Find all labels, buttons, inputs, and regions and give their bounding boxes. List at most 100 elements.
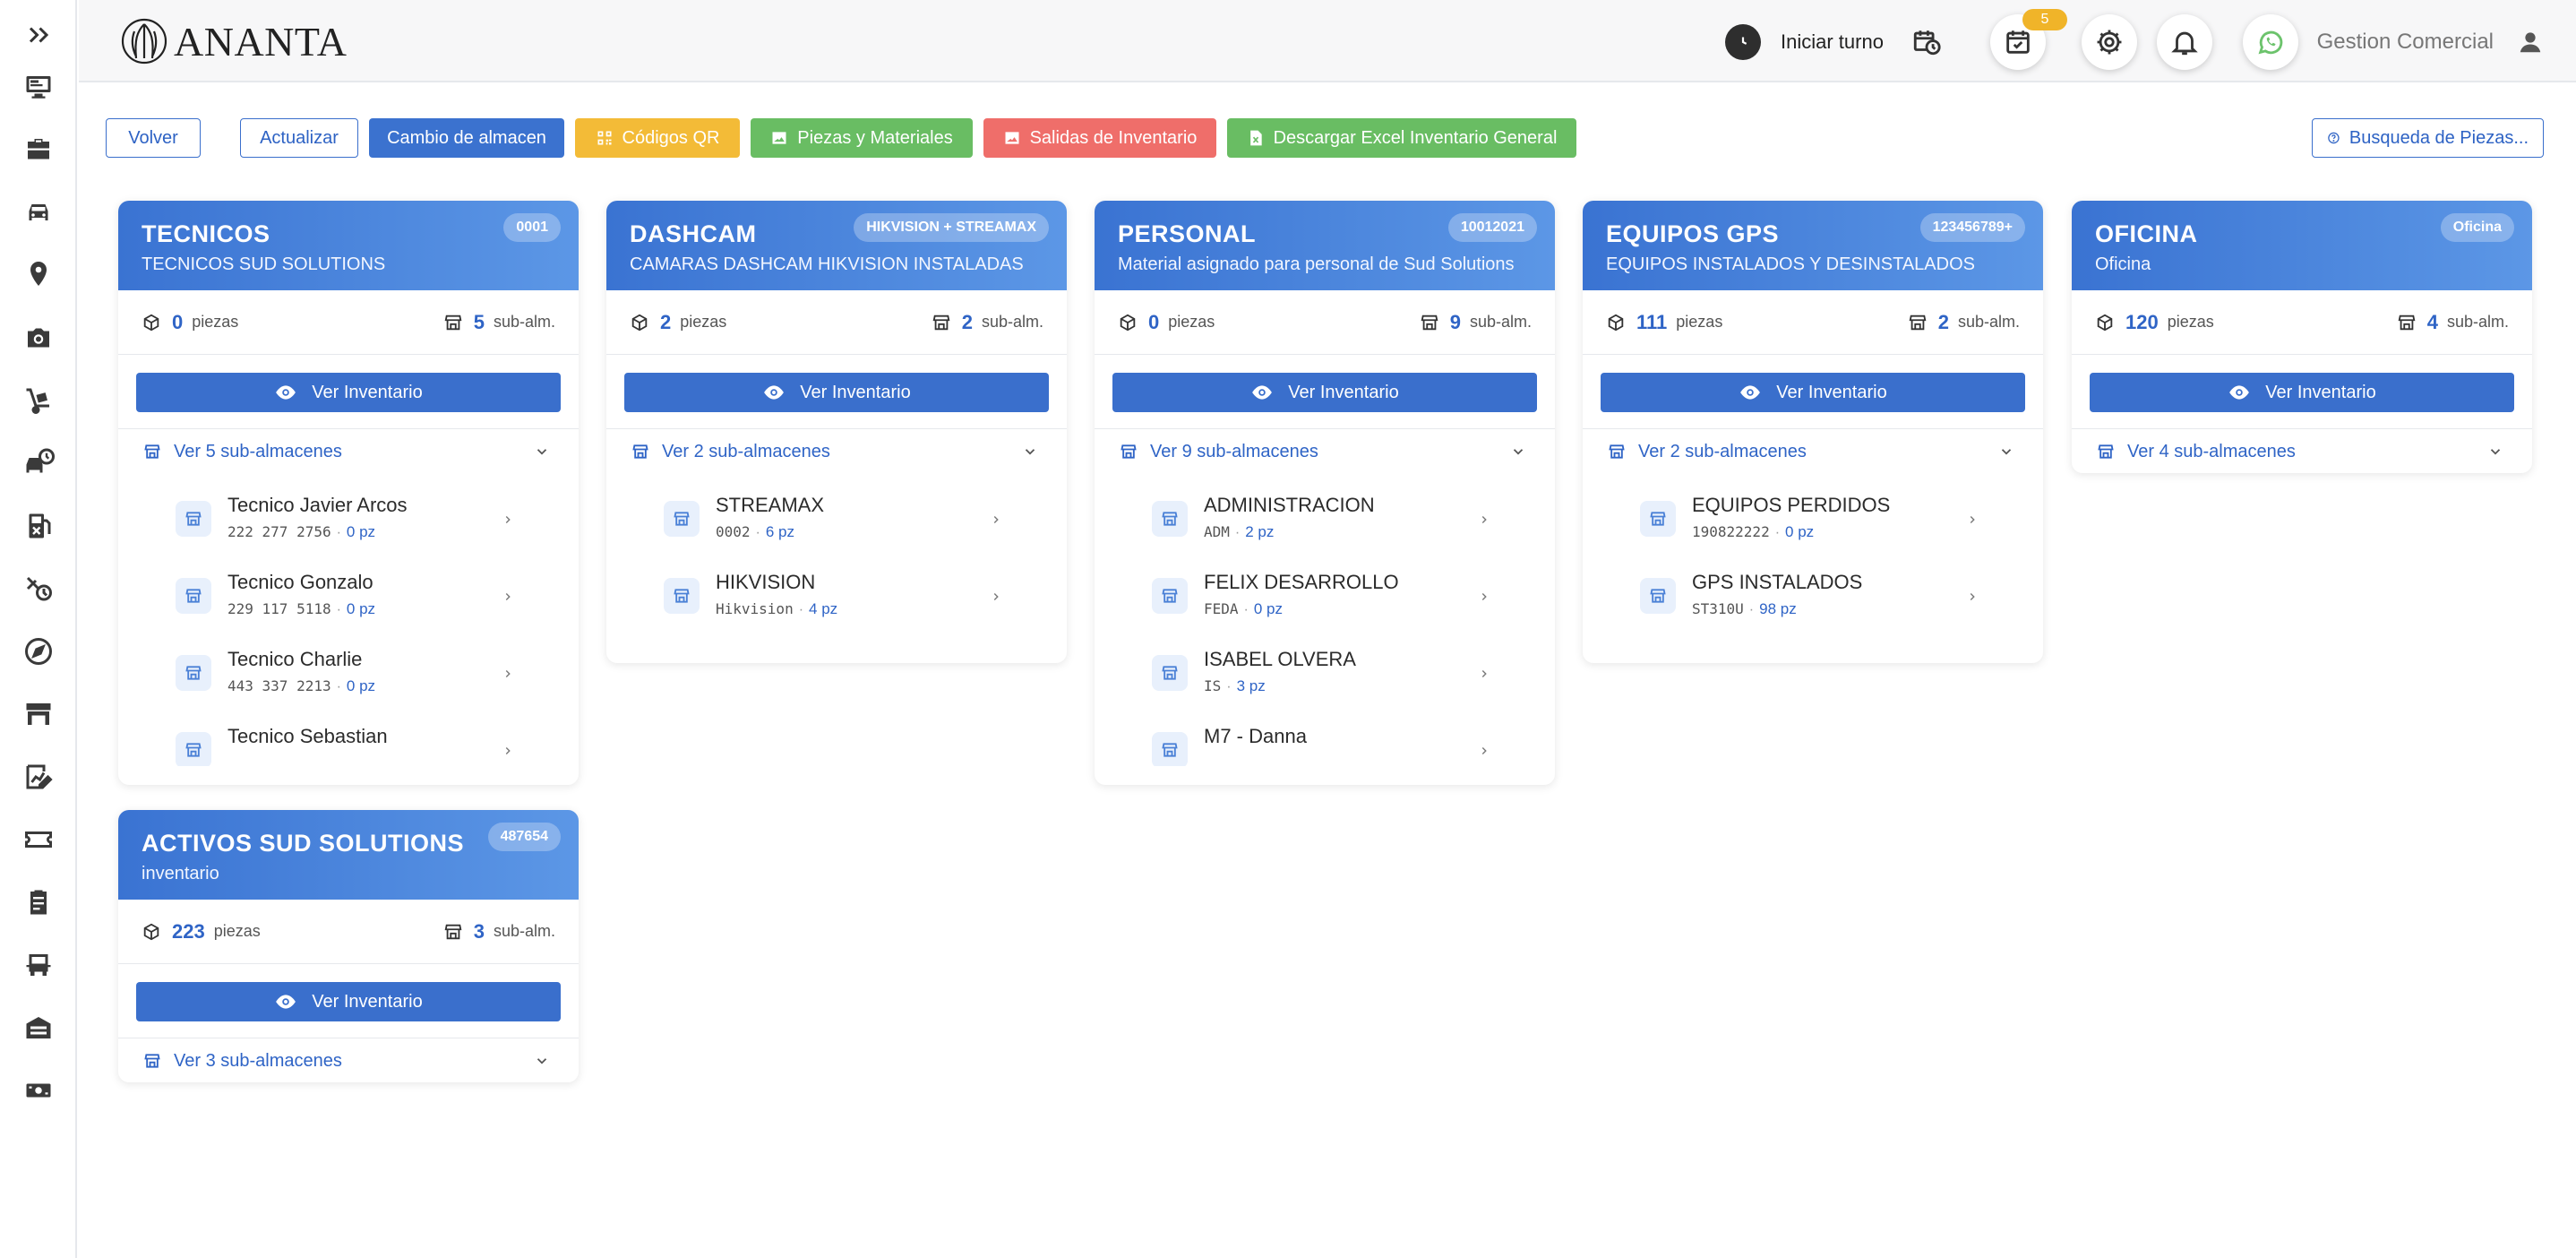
sub-almacenes-toggle[interactable]: Ver 2 sub-almacenes [606, 429, 1067, 474]
sub-almacen-item[interactable]: FELIX DESARROLLO FEDA · 0 pz [1095, 560, 1555, 637]
sidebar-expand[interactable] [16, 13, 61, 57]
sub-almacen-item[interactable]: ADMINISTRACION ADM · 2 pz [1095, 483, 1555, 560]
codigos-qr-button[interactable]: Códigos QR [575, 118, 740, 158]
ver-inventario-button[interactable]: Ver Inventario [624, 373, 1049, 412]
warehouse-title: EQUIPOS GPS [1606, 220, 1780, 247]
sidebar-item-fuel[interactable] [16, 504, 61, 548]
notifications-button[interactable] [2157, 14, 2212, 70]
sidebar-item-reports[interactable] [16, 754, 61, 799]
store-icon [444, 314, 462, 330]
store-icon [26, 703, 51, 725]
sidebar-item-clients[interactable] [16, 127, 61, 172]
warehouse-card: TECNICOS TECNICOS SUD SOLUTIONS 0001 0 p… [118, 201, 579, 785]
sidebar-item-routes[interactable] [16, 629, 61, 674]
whatsapp-button[interactable] [2243, 14, 2298, 70]
toolbar: Volver Actualizar Cambio de almacen Códi… [106, 118, 2544, 158]
warehouse-subtitle: Material asignado para personal de Sud S… [1118, 254, 1515, 274]
sub-almacen-item[interactable]: HIKVISION Hikvision · 4 pz [606, 560, 1067, 637]
sub-almacen-item[interactable]: Tecnico Charlie 443 337 2213 · 0 pz [118, 637, 579, 714]
warehouse-card-header[interactable]: ACTIVOS SUD SOLUTIONS inventario 487654 [118, 810, 579, 900]
sidebar-item-locations[interactable] [16, 253, 61, 297]
warehouse-card-header[interactable]: OFICINA Oficina Oficina [2072, 201, 2532, 290]
sidebar-item-warehouse[interactable] [16, 692, 61, 737]
sub-almacen-meta [228, 754, 238, 766]
sidebar-item-inventory[interactable] [16, 378, 61, 423]
tasks-button[interactable]: 5 [1990, 9, 2067, 70]
subalm-label: sub-alm. [1469, 313, 1532, 331]
iniciar-turno[interactable]: Iniciar turno [1725, 23, 1884, 61]
sidebar-item-dashboard[interactable] [16, 65, 61, 109]
sub-almacen-item[interactable]: ISABEL OLVERA IS · 3 pz [1095, 637, 1555, 714]
descargar-excel-button[interactable]: Descargar Excel Inventario General [1227, 118, 1576, 158]
sidebar-item-transport[interactable] [16, 943, 61, 987]
sub-almacen-icon-wrap [176, 655, 211, 691]
double-chevron-right-icon [29, 27, 49, 43]
sidebar-item-vehicles[interactable] [16, 190, 61, 235]
sub-almacenes-toggle-label: Ver 2 sub-almacenes [662, 441, 830, 461]
ver-inventario-button[interactable]: Ver Inventario [1112, 373, 1537, 412]
sub-almacen-piezas: 0 pz [1785, 523, 1815, 540]
sidebar-item-maintenance[interactable] [16, 566, 61, 611]
sub-almacen-item[interactable]: GPS INSTALADOS ST310U · 98 pz [1583, 560, 2043, 637]
subalm-stat: 2 sub-alm. [1908, 311, 2020, 334]
warehouse-card-header[interactable]: DASHCAM CAMARAS DASHCAM HIKVISION INSTAL… [606, 201, 1067, 290]
actualizar-label: Actualizar [260, 127, 339, 148]
actualizar-button[interactable]: Actualizar [240, 118, 358, 158]
ver-inventario-button[interactable]: Ver Inventario [2090, 373, 2514, 412]
sidebar-item-payments[interactable] [16, 1068, 61, 1113]
busqueda-piezas-button[interactable]: Busqueda de Piezas... [2312, 118, 2544, 158]
subalm-count: 5 [473, 310, 485, 333]
subalm-label: sub-alm. [493, 922, 555, 940]
settings-button[interactable] [2082, 14, 2137, 70]
store-icon [1121, 444, 1137, 459]
sub-almacenes-toggle[interactable]: Ver 2 sub-almacenes [1583, 429, 2043, 474]
warehouse-card-header[interactable]: PERSONAL Material asignado para personal… [1095, 201, 1555, 290]
sub-almacen-code: 222 277 2756 [228, 523, 331, 540]
store-icon [444, 924, 462, 939]
sub-almacen-item[interactable]: Tecnico Gonzalo 229 117 5118 · 0 pz [118, 560, 579, 637]
warehouse-card-header[interactable]: EQUIPOS GPS EQUIPOS INSTALADOS Y DESINST… [1583, 201, 2043, 290]
ver-inventario-button[interactable]: Ver Inventario [1601, 373, 2025, 412]
store-icon [185, 589, 202, 603]
user-menu[interactable]: Gestion Comercial [2317, 23, 2544, 61]
sub-almacenes-toggle[interactable]: Ver 9 sub-almacenes [1095, 429, 1555, 474]
sub-almacen-icon-wrap [1152, 501, 1188, 537]
piezas-materiales-button[interactable]: Piezas y Materiales [751, 118, 973, 158]
separator-dot: · [755, 525, 760, 540]
sub-almacen-item[interactable]: STREAMAX 0002 · 6 pz [606, 483, 1067, 560]
piezas-count: 223 [172, 919, 205, 943]
sub-almacen-item[interactable]: Tecnico Javier Arcos 222 277 2756 · 0 pz [118, 483, 579, 560]
subalm-count: 9 [1449, 310, 1461, 333]
sub-almacen-item[interactable]: EQUIPOS PERDIDOS 190822222 · 0 pz [1583, 483, 2043, 560]
sidebar-item-buildings[interactable] [16, 1005, 61, 1050]
sub-almacenes-toggle[interactable]: Ver 4 sub-almacenes [2072, 429, 2532, 473]
help-circle-icon [2328, 132, 2340, 144]
sidebar-item-tickets[interactable] [16, 817, 61, 862]
qr-icon [597, 131, 612, 145]
salidas-inventario-button[interactable]: Salidas de Inventario [983, 118, 1216, 158]
brand[interactable]: ANANTA [120, 16, 348, 66]
separator-dot: · [336, 602, 341, 617]
sub-almacenes-toggle[interactable]: Ver 5 sub-almacenes [118, 429, 579, 474]
sub-almacen-icon-wrap [1152, 578, 1188, 614]
sidebar-item-tasks[interactable] [16, 880, 61, 925]
cambio-almacen-button[interactable]: Cambio de almacen [369, 118, 564, 158]
busqueda-label: Busqueda de Piezas... [2348, 127, 2529, 148]
sub-almacen-meta [1204, 754, 1215, 766]
warehouse-card: EQUIPOS GPS EQUIPOS INSTALADOS Y DESINST… [1583, 201, 2043, 663]
ver-inventario-button[interactable]: Ver Inventario [136, 982, 561, 1021]
sub-almacenes-toggle[interactable]: Ver 3 sub-almacenes [118, 1038, 579, 1082]
chevron-right-icon [993, 516, 999, 523]
chevron-right-icon [505, 747, 511, 754]
sidebar-item-service[interactable] [16, 441, 61, 486]
sub-almacen-meta: 0002 · 6 pz [716, 523, 794, 541]
sub-almacen-item[interactable]: M7 - Danna [1095, 714, 1555, 766]
sub-almacen-item[interactable]: Tecnico Sebastian [118, 714, 579, 766]
calendar-clock-button[interactable] [1899, 14, 1954, 70]
ticket-icon [25, 831, 52, 848]
sidebar-item-camera[interactable] [16, 315, 61, 360]
ver-inventario-button[interactable]: Ver Inventario [136, 373, 561, 412]
volver-button[interactable]: Volver [106, 118, 201, 158]
separator-dot: · [336, 679, 341, 694]
warehouse-card-header[interactable]: TECNICOS TECNICOS SUD SOLUTIONS 0001 [118, 201, 579, 290]
